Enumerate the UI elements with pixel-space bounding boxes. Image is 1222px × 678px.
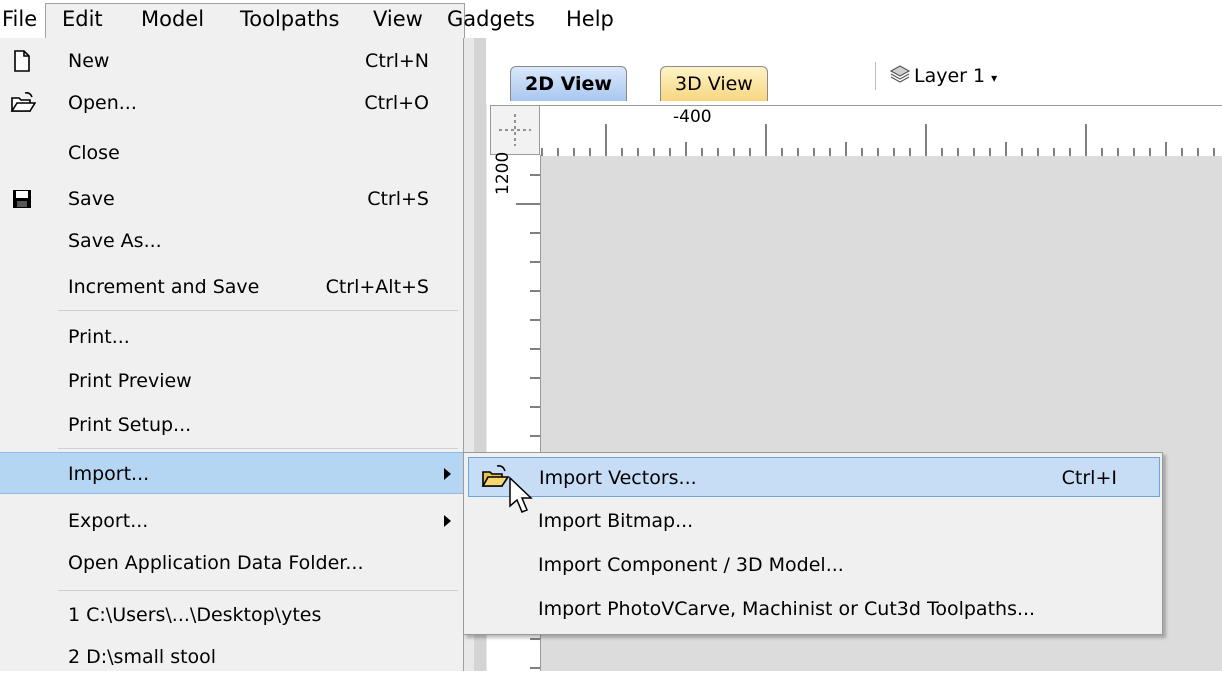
menu-item-new[interactable]: New Ctrl+N [0,40,463,82]
menu-view[interactable]: View [373,4,423,38]
menu-item-save[interactable]: Save Ctrl+S [0,178,463,220]
submenu-arrow-icon [444,468,451,480]
menu-item-export[interactable]: Export... [0,500,463,542]
menu-item-print-setup[interactable]: Print Setup... [0,404,463,446]
menu-item-shortcut: Ctrl+O [364,92,429,114]
submenu-item-label: Import PhotoVCarve, Machinist or Cut3d T… [538,598,1036,620]
chevron-down-icon: ▾ [991,71,998,85]
ruler-left-label: 1200 [493,151,513,195]
submenu-arrow-icon [444,515,451,527]
menu-item-recent-file-2[interactable]: 2 D:\small stool [0,636,463,678]
ruler-horizontal [490,105,1222,157]
submenu-item-label: Import Bitmap... [538,510,694,532]
menu-item-import[interactable]: Import... [0,452,463,494]
ruler-corner-origin[interactable] [490,105,540,155]
menu-gadgets[interactable]: Gadgets [447,4,535,38]
menu-item-label: New [68,50,110,72]
open-folder-icon [481,464,510,490]
menu-item-label: Print Setup... [68,414,192,436]
menu-item-print[interactable]: Print... [0,316,463,358]
menu-item-save-as[interactable]: Save As... [0,220,463,262]
new-document-icon [10,49,34,73]
ruler-top-label: -400 [673,107,712,127]
tab-3d-view[interactable]: 3D View [660,66,768,101]
menu-item-label: 1 C:\Users\...\Desktop\ytes [68,604,322,626]
mouse-cursor-icon [508,476,534,516]
submenu-item-label: Import Vectors... [539,467,697,489]
menu-file[interactable]: File [0,4,43,38]
layers-icon [889,64,911,89]
toolbar-separator [875,62,876,90]
menu-item-shortcut: Ctrl+Alt+S [325,276,429,298]
layer-dropdown[interactable]: Layer 1 ▾ [889,64,998,90]
menu-item-increment-and-save[interactable]: Increment and Save Ctrl+Alt+S [0,266,463,308]
menu-item-label: Print Preview [68,370,192,392]
menu-separator [58,310,458,311]
open-folder-icon [10,91,37,115]
menu-item-print-preview[interactable]: Print Preview [0,360,463,402]
submenu-item-import-component[interactable]: Import Component / 3D Model... [468,545,1160,585]
menu-toolpaths[interactable]: Toolpaths [240,4,339,38]
menu-edit[interactable]: Edit [62,4,103,38]
menu-model[interactable]: Model [141,4,204,38]
menu-item-label: Close [68,142,120,164]
floppy-disk-icon [10,187,34,211]
import-submenu: Import Vectors... Ctrl+I Import Bitmap..… [463,452,1163,635]
menu-separator [58,448,458,449]
menu-item-recent-file-1[interactable]: 1 C:\Users\...\Desktop\ytes [0,594,463,636]
menu-item-label: Save As... [68,230,162,252]
menu-item-label: Open Application Data Folder... [68,552,364,574]
submenu-item-shortcut: Ctrl+I [1061,467,1117,489]
tab-2d-view[interactable]: 2D View [510,66,627,101]
menu-separator [58,590,458,591]
menu-item-open-app-data-folder[interactable]: Open Application Data Folder... [0,542,463,584]
menu-item-label: Open... [68,92,137,114]
submenu-item-label: Import Component / 3D Model... [538,554,844,576]
menu-item-label: Export... [68,510,149,532]
submenu-item-import-vectors[interactable]: Import Vectors... Ctrl+I [468,457,1160,497]
menu-item-label: Increment and Save [68,276,260,298]
file-dropdown-menu: New Ctrl+N Open... Ctrl+O Close Save Ctr… [0,38,464,671]
submenu-item-import-bitmap[interactable]: Import Bitmap... [468,501,1160,541]
menu-item-close[interactable]: Close [0,132,463,174]
menu-item-shortcut: Ctrl+S [367,188,429,210]
menu-item-open[interactable]: Open... Ctrl+O [0,82,463,124]
menu-item-label: Import... [68,463,150,485]
submenu-item-import-toolpaths[interactable]: Import PhotoVCarve, Machinist or Cut3d T… [468,589,1160,629]
menu-help[interactable]: Help [566,4,614,38]
menu-bar: File Edit Model Toolpaths View Gadgets H… [0,0,1222,40]
menu-item-label: Save [68,188,115,210]
layer-label: Layer 1 [914,65,986,87]
menu-item-label: Print... [68,326,130,348]
menu-item-shortcut: Ctrl+N [365,50,429,72]
menu-item-label: 2 D:\small stool [68,646,217,668]
